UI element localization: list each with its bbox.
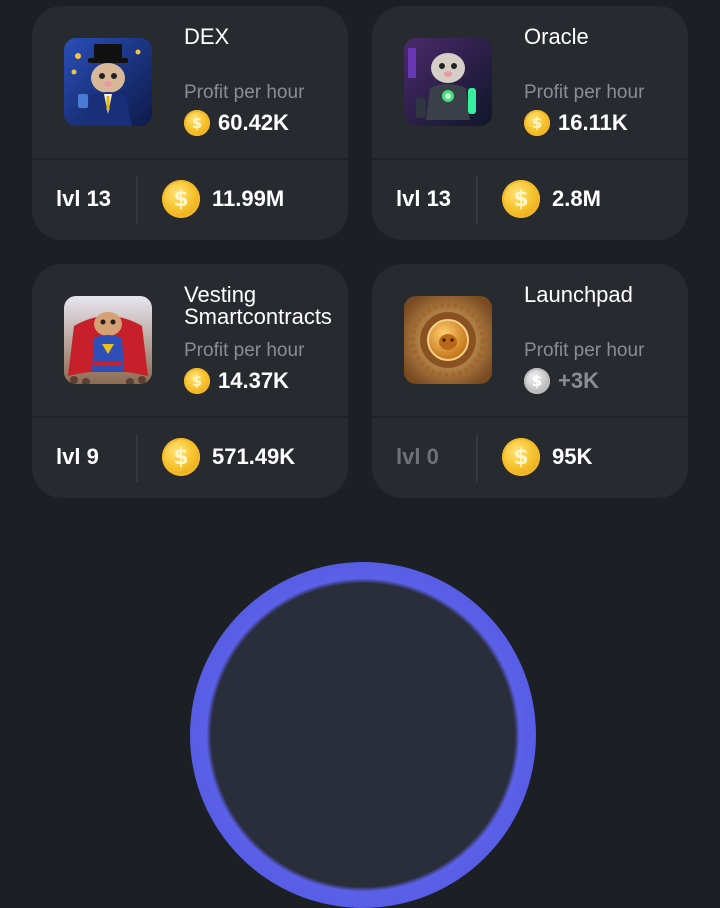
card-divider [32,158,348,160]
vertical-divider [476,434,478,482]
upgrade-card-dex[interactable]: DEX Profit per hour $ 60.42K lvl 13 $ 11… [32,6,348,240]
coin-icon: $ [502,438,540,476]
level-label: lvl 13 [396,186,452,211]
profit-per-hour-label: Profit per hour [184,82,305,103]
level-label: lvl 9 [56,444,99,469]
upgrade-cost[interactable]: $ 571.49K [162,436,295,478]
coin-icon: $ [162,180,200,218]
hamster-tycoon-icon [64,38,152,126]
launchpad-medallion-icon [404,296,492,384]
cost-value: 11.99M [212,186,285,211]
card-divider [372,158,688,160]
card-title: Vesting Smartcontracts [184,282,332,329]
vertical-divider [476,176,478,224]
upgrade-card-vesting-smartcontracts[interactable]: Vesting Smartcontracts Profit per hour $… [32,264,348,498]
coin-icon: $ [162,438,200,476]
profit-value: +3K [558,368,599,393]
profit-per-hour: $ +3K [524,366,599,396]
profit-per-hour-label: Profit per hour [184,340,305,361]
profit-value: 14.37K [218,368,289,393]
upgrade-cost[interactable]: $ 11.99M [162,178,284,220]
cost-value: 571.49K [212,444,296,469]
profit-per-hour: $ 14.37K [184,366,289,396]
coin-icon: $ [502,180,540,218]
upgrade-cost[interactable]: $ 2.8M [502,178,601,220]
profit-per-hour-label: Profit per hour [524,340,645,361]
cost-value: 2.8M [552,186,601,211]
card-title: Launchpad [524,282,633,307]
upgrade-card-launchpad[interactable]: Launchpad Profit per hour $ +3K lvl 0 $ … [372,264,688,498]
upgrade-cost[interactable]: $ 95K [502,436,592,478]
profit-per-hour-label: Profit per hour [524,82,645,103]
level-label: lvl 13 [56,186,112,211]
profit-value: 60.42K [218,110,289,135]
cost-value: 95K [552,444,593,469]
card-title: Oracle [524,24,589,49]
profit-per-hour: $ 16.11K [524,108,628,138]
card-divider [372,416,688,418]
card-divider [32,416,348,418]
hamster-superhero-icon [64,296,152,384]
coin-icon: $ [184,110,210,136]
upgrade-cards-grid: DEX Profit per hour $ 60.42K lvl 13 $ 11… [0,0,720,908]
profit-value: 16.11K [558,110,628,135]
vertical-divider [136,176,138,224]
coin-icon: $ [184,368,210,394]
coin-icon: $ [524,110,550,136]
hamster-robot-icon [404,38,492,126]
card-title: DEX [184,24,230,49]
tap-coin-button[interactable] [190,562,536,908]
profit-per-hour: $ 60.42K [184,108,289,138]
coin-icon: $ [524,368,550,394]
upgrade-card-oracle[interactable]: Oracle Profit per hour $ 16.11K lvl 13 $… [372,6,688,240]
level-label: lvl 0 [396,444,439,469]
vertical-divider [136,434,138,482]
